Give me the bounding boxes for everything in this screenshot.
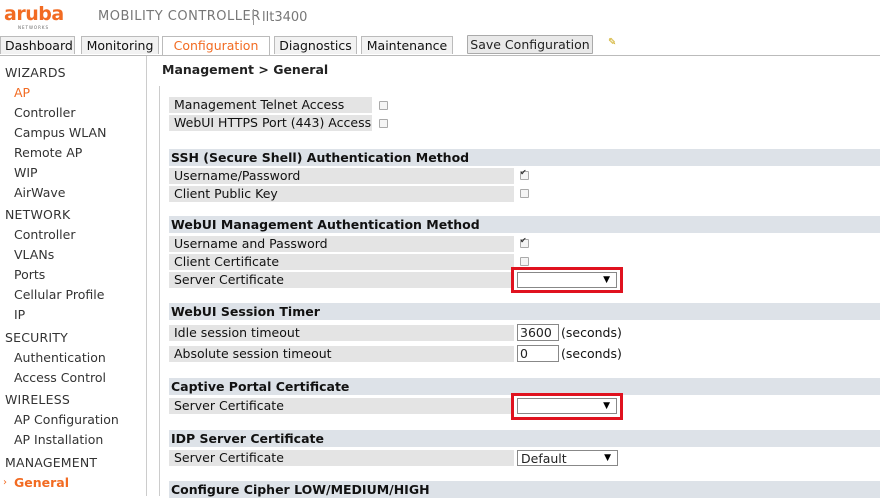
idp-section-title: IDP Server Certificate [169, 430, 880, 447]
idle-timeout-input[interactable]: 3600 [517, 324, 559, 341]
controller-name: llt3400 [262, 10, 308, 25]
tab-configuration[interactable]: Configuration [162, 36, 270, 56]
header-divider [253, 9, 254, 25]
telnet-access-label: Management Telnet Access [169, 97, 372, 113]
https-access-checkbox[interactable] [379, 119, 388, 128]
idp-server-certificate-select[interactable]: Default ▼ [517, 450, 618, 466]
idle-timeout-unit: (seconds) [561, 325, 622, 340]
logo-subtext: NETWORKS [18, 25, 50, 30]
sidebar: WIZARDS AP Controller Campus WLAN Remote… [0, 56, 147, 496]
tab-monitoring[interactable]: Monitoring [81, 36, 159, 54]
breadcrumb: Management > General [162, 62, 329, 77]
ssh-public-key-checkbox[interactable] [520, 189, 529, 198]
webui-client-certificate-checkbox[interactable] [520, 257, 529, 266]
absolute-timeout-label: Absolute session timeout [169, 346, 514, 362]
sidebar-item-ip[interactable]: IP [14, 307, 25, 322]
aruba-logo: aruba NETWORKS [4, 3, 64, 30]
idp-select-value: Default [521, 451, 567, 466]
ssh-section-title: SSH (Secure Shell) Authentication Method [169, 149, 880, 166]
sidebar-item-campus-wlan[interactable]: Campus WLAN [14, 125, 106, 140]
sidebar-item-remote-ap[interactable]: Remote AP [14, 145, 82, 160]
highlight-box [511, 393, 623, 420]
sidebar-item-general[interactable]: General [14, 475, 69, 490]
https-access-label: WebUI HTTPS Port (443) Access [169, 115, 372, 131]
tab-dashboard[interactable]: Dashboard [0, 36, 75, 54]
tab-maintenance[interactable]: Maintenance [361, 36, 453, 54]
sidebar-item-cellular-profile[interactable]: Cellular Profile [14, 287, 104, 302]
sidebar-heading-wizards: WIZARDS [5, 65, 66, 80]
sidebar-item-ports[interactable]: Ports [14, 267, 45, 282]
selected-arrow-icon: › [3, 477, 7, 488]
sidebar-item-access-control[interactable]: Access Control [14, 370, 106, 385]
sidebar-item-controller[interactable]: Controller [14, 227, 76, 242]
sidebar-item-wip[interactable]: WIP [14, 165, 38, 180]
absolute-timeout-input[interactable]: 0 [517, 345, 559, 362]
app-header: aruba NETWORKS MOBILITY CONTROLLER llt34… [0, 0, 880, 36]
highlight-box [511, 267, 623, 293]
absolute-timeout-unit: (seconds) [561, 346, 622, 361]
sidebar-item-ap-configuration[interactable]: AP Configuration [14, 412, 119, 427]
sidebar-item-ap-installation[interactable]: AP Installation [14, 432, 103, 447]
webui-server-certificate-label: Server Certificate [169, 272, 514, 288]
ssh-username-password-label: Username/Password [169, 168, 514, 184]
webui-username-password-label: Username and Password [169, 236, 514, 252]
product-title: MOBILITY CONTROLLER [98, 9, 261, 24]
sidebar-heading-network: NETWORK [5, 207, 71, 222]
webui-client-certificate-label: Client Certificate [169, 254, 514, 270]
pin-icon[interactable]: ✎ [608, 37, 616, 48]
captive-server-certificate-label: Server Certificate [169, 398, 514, 414]
telnet-access-checkbox[interactable] [379, 101, 388, 110]
idle-timeout-label: Idle session timeout [169, 325, 514, 341]
sidebar-item-authentication[interactable]: Authentication [14, 350, 106, 365]
session-timer-section-title: WebUI Session Timer [169, 303, 880, 320]
logo-wordmark: aruba [4, 3, 64, 25]
sidebar-item-controller-wizard[interactable]: Controller [14, 105, 76, 120]
sidebar-heading-management: MANAGEMENT [5, 455, 98, 470]
idp-server-certificate-label: Server Certificate [169, 450, 514, 466]
tab-diagnostics[interactable]: Diagnostics [274, 36, 357, 54]
sidebar-item-ap[interactable]: AP [14, 85, 30, 100]
ssh-username-password-checkbox[interactable] [520, 168, 529, 180]
webui-auth-section-title: WebUI Management Authentication Method [169, 216, 880, 233]
ssh-public-key-label: Client Public Key [169, 186, 514, 202]
cipher-section-title: Configure Cipher LOW/MEDIUM/HIGH [169, 481, 880, 498]
sidebar-heading-security: SECURITY [5, 330, 68, 345]
webui-username-password-checkbox[interactable] [520, 236, 529, 248]
sidebar-item-airwave[interactable]: AirWave [14, 185, 65, 200]
dropdown-arrow-icon: ▼ [604, 453, 611, 463]
sidebar-heading-wireless: WIRELESS [5, 392, 70, 407]
sidebar-item-vlans[interactable]: VLANs [14, 247, 54, 262]
save-configuration-button[interactable]: Save Configuration [467, 35, 593, 54]
